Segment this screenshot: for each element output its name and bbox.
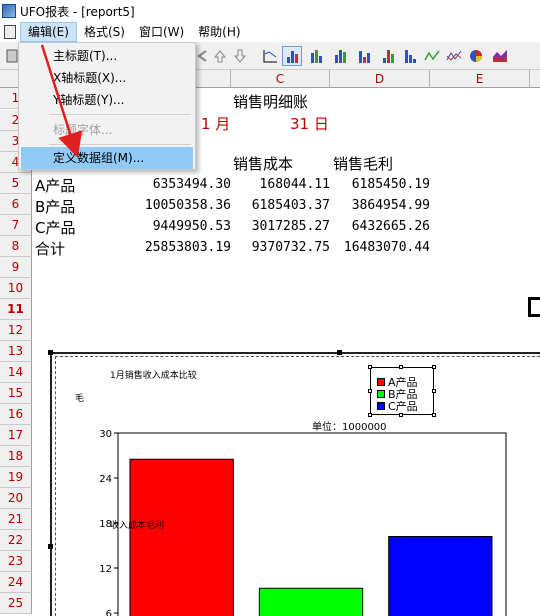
menu-separator — [49, 144, 191, 145]
row-header[interactable]: 14 — [0, 362, 32, 383]
y-tick-label: 12 — [99, 564, 112, 575]
resize-handle[interactable] — [48, 350, 53, 355]
edit-dropdown-menu: 主标题(T)... X轴标题(X)... Y轴标题(Y)... 标题字体... … — [18, 42, 196, 170]
row-header[interactable]: 22 — [0, 530, 32, 551]
menu-item-main-title[interactable]: 主标题(T)... — [21, 45, 193, 67]
row-header[interactable]: 13 — [0, 341, 32, 362]
header-cost: 销售成本 — [233, 155, 294, 173]
row-header-selected[interactable]: 11 — [0, 299, 32, 320]
document-icon[interactable] — [4, 25, 16, 39]
profit-value: 6432665.26 — [351, 219, 430, 234]
bar — [388, 536, 493, 616]
header-profit: 销售毛利 — [333, 155, 394, 173]
bar — [258, 587, 364, 616]
cost-value: 168044.11 — [259, 177, 330, 192]
row-header[interactable]: 25 — [0, 593, 32, 614]
row-header[interactable]: 21 — [0, 509, 32, 530]
pie-chart-icon[interactable] — [466, 46, 486, 66]
zigzag-chart-icon[interactable] — [422, 46, 442, 66]
row-header[interactable]: 5 — [0, 173, 32, 194]
row-label: 合计 — [35, 240, 66, 258]
cost-value: 6185403.37 — [251, 198, 330, 213]
chart-title: 1月销售收入成本比较 — [110, 371, 197, 381]
menu-edit[interactable]: 编辑(E) — [20, 22, 77, 42]
column-header-d[interactable]: D — [330, 70, 430, 88]
row-header[interactable]: 20 — [0, 488, 32, 509]
menu-format[interactable]: 格式(S) — [77, 22, 132, 42]
bar-chart-5-icon[interactable] — [378, 46, 398, 66]
resize-handle[interactable] — [337, 350, 342, 355]
revenue-value: 25853803.19 — [144, 240, 231, 255]
y-tick-label: 6 — [106, 609, 112, 616]
profit-value: 16483070.44 — [343, 240, 430, 255]
chart-y-label: 毛 — [73, 393, 83, 402]
row-header[interactable]: 17 — [0, 425, 32, 446]
menu-window[interactable]: 窗口(W) — [132, 22, 191, 42]
row-label: B产品 — [35, 198, 76, 216]
revenue-value: 10050358.36 — [144, 198, 231, 213]
resize-handle[interactable] — [48, 544, 53, 549]
row-header[interactable]: 6 — [0, 194, 32, 215]
row-header[interactable]: 8 — [0, 236, 32, 257]
profit-value: 3864954.99 — [351, 198, 430, 213]
row-header[interactable]: 24 — [0, 572, 32, 593]
cost-value: 9370732.75 — [251, 240, 330, 255]
multi-line-chart-icon[interactable] — [444, 46, 464, 66]
row-header[interactable]: 15 — [0, 383, 32, 404]
window-title: UFO报表 - [report5] — [20, 4, 135, 19]
y-tick-label: 30 — [99, 429, 112, 440]
row-header[interactable]: 9 — [0, 257, 32, 278]
row-header[interactable]: 12 — [0, 320, 32, 341]
revenue-value: 9449950.53 — [152, 219, 231, 234]
bar-chart-3-icon[interactable] — [330, 46, 350, 66]
bar-chart-2-icon[interactable] — [306, 46, 326, 66]
report-month: 1 月 — [201, 115, 231, 133]
title-bar: UFO报表 - [report5] — [0, 0, 540, 22]
menu-item-y-axis-title[interactable]: Y轴标题(Y)... — [21, 89, 193, 111]
menu-bar: 编辑(E) 格式(S) 窗口(W) 帮助(H) — [0, 22, 540, 42]
row-header[interactable]: 16 — [0, 404, 32, 425]
menu-help[interactable]: 帮助(H) — [191, 22, 247, 42]
row-header[interactable]: 10 — [0, 278, 32, 299]
area-chart-icon[interactable] — [490, 46, 510, 66]
cell-cursor — [528, 297, 540, 317]
chart-x-label: 收入成本毛利 — [110, 521, 165, 531]
report-title: 销售明细账 — [233, 93, 309, 111]
row-label: C产品 — [35, 219, 76, 237]
bar-chart-6-icon[interactable] — [400, 46, 420, 66]
cost-value: 3017285.27 — [251, 219, 330, 234]
row-header[interactable]: 18 — [0, 446, 32, 467]
profit-value: 6185450.19 — [351, 177, 430, 192]
app-icon — [2, 4, 16, 18]
column-header-e[interactable]: E — [430, 70, 530, 88]
menu-item-title-font: 标题字体... — [53, 123, 113, 137]
arrow-down-icon[interactable] — [230, 46, 250, 66]
row-label: A产品 — [35, 177, 76, 195]
menu-item-x-axis-title[interactable]: X轴标题(X)... — [21, 67, 193, 89]
chart-legend[interactable]: A产品 B产品 C产品 — [368, 365, 436, 417]
row-header[interactable]: 19 — [0, 467, 32, 488]
y-tick-label: 24 — [99, 474, 112, 485]
bar — [129, 458, 234, 616]
menu-item-define-data-group[interactable]: 定义数据组(M)... — [21, 147, 193, 169]
bar-chart-icon[interactable] — [282, 46, 302, 66]
revenue-value: 6353494.30 — [152, 177, 231, 192]
menu-separator — [49, 114, 191, 115]
column-header-c[interactable]: C — [230, 70, 330, 88]
row-header[interactable]: 23 — [0, 551, 32, 572]
line-chart-icon[interactable] — [260, 46, 280, 66]
row-header[interactable]: 7 — [0, 215, 32, 236]
bar-chart-4-icon[interactable] — [354, 46, 374, 66]
report-day: 31 日 — [290, 115, 329, 133]
arrow-up-icon[interactable] — [210, 46, 230, 66]
legend-entry: C产品 — [377, 398, 418, 414]
